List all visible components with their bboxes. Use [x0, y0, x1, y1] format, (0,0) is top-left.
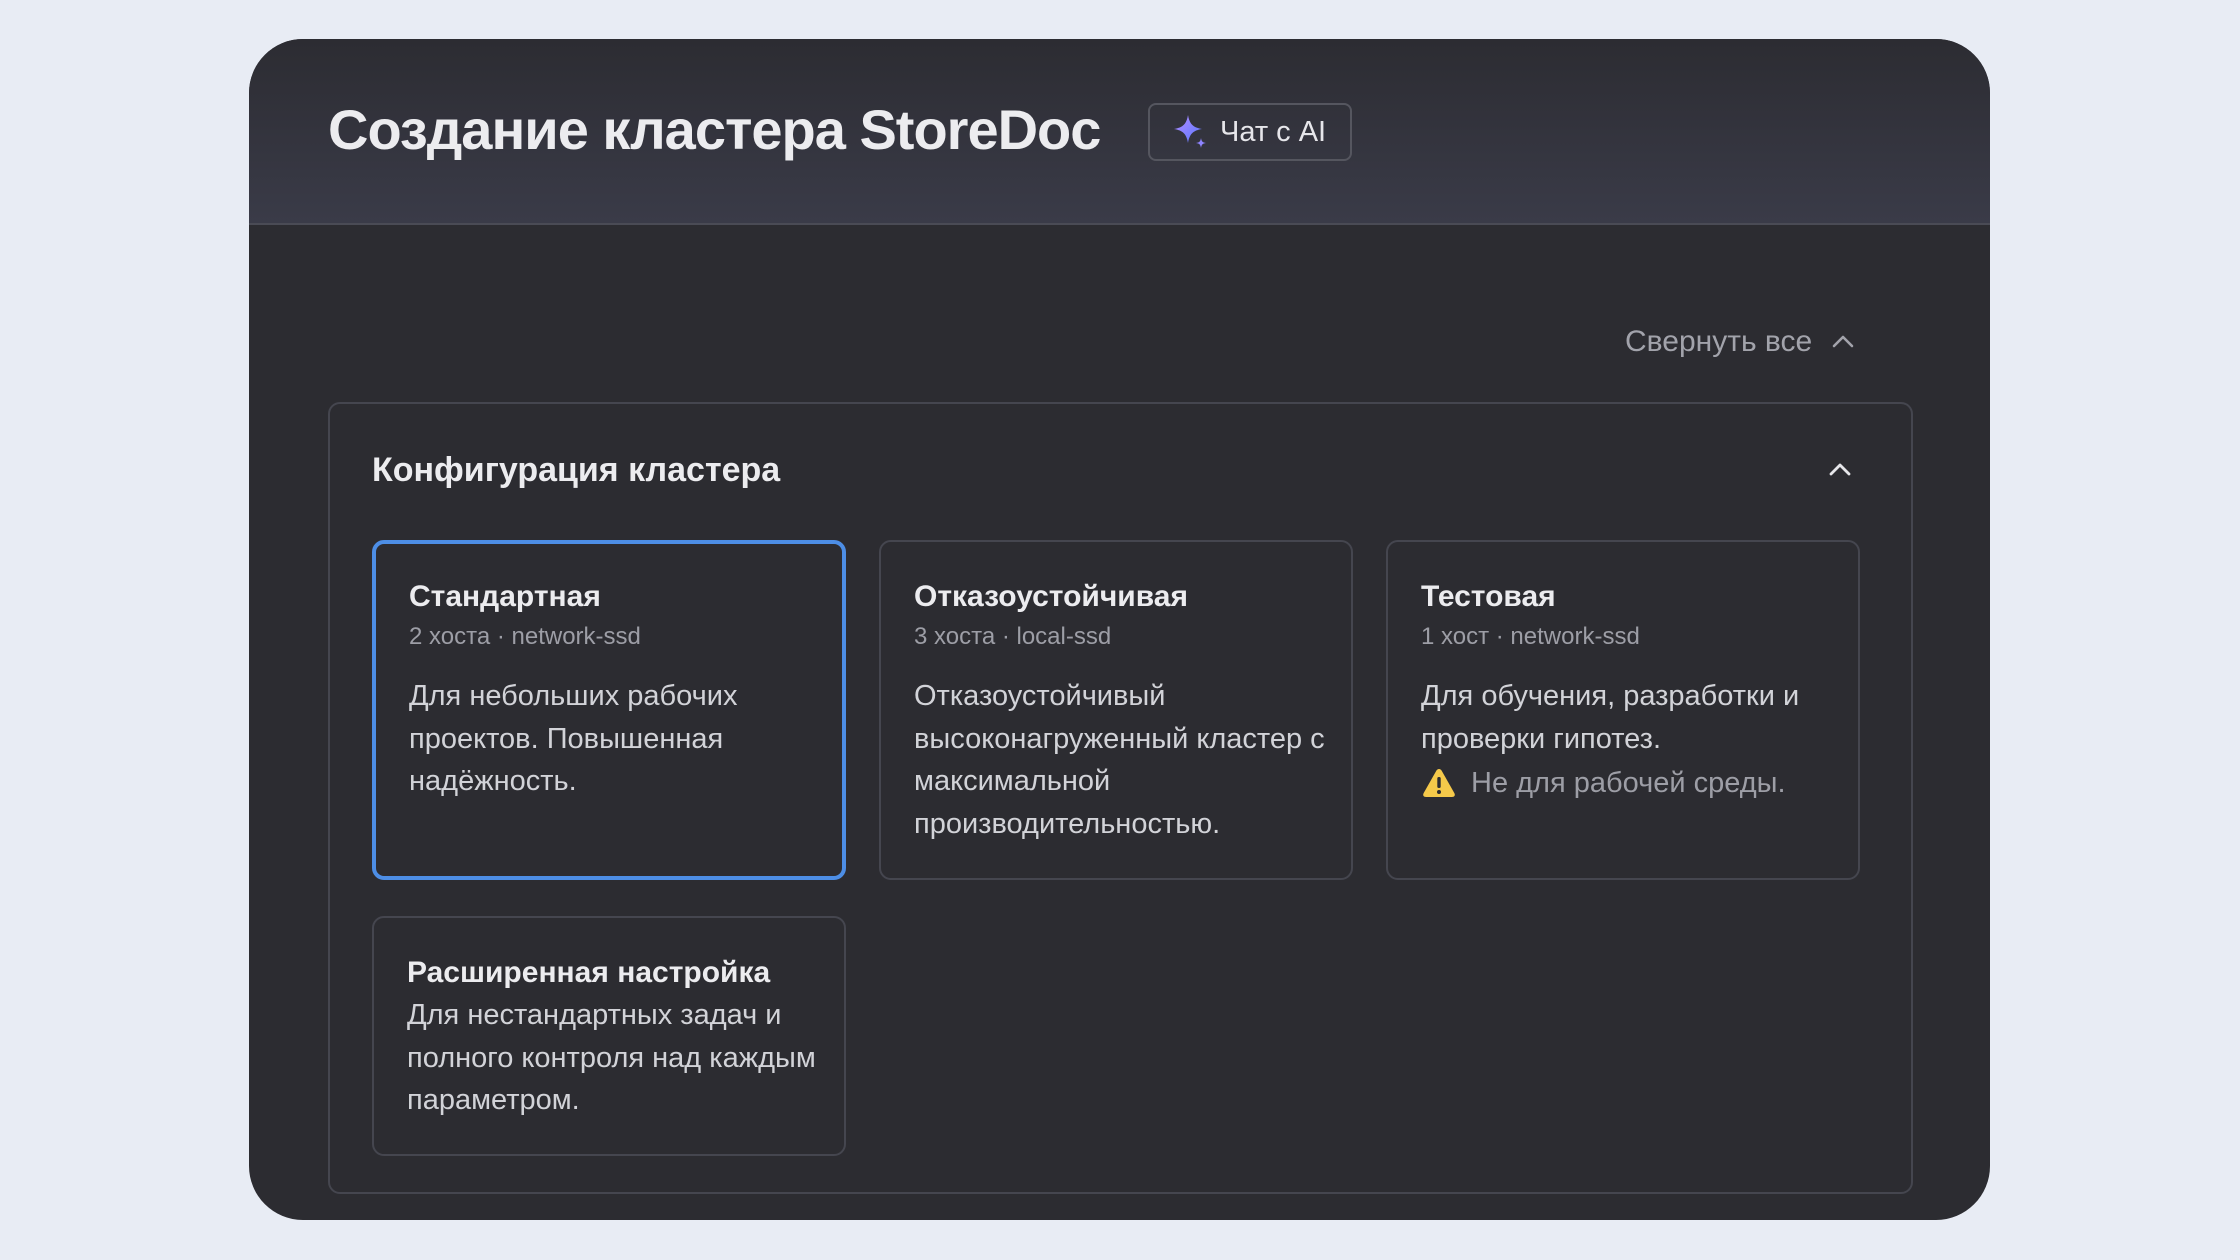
card-title: Тестовая — [1421, 580, 1556, 613]
config-card-advanced[interactable]: Расширенная настройка Для нестандартных … — [372, 916, 846, 1156]
create-cluster-window: Создание кластера StoreDoc Чат с AI Свер — [249, 39, 1990, 1220]
card-title: Расширенная настройка — [407, 956, 771, 989]
card-title: Стандартная — [409, 580, 601, 613]
collapse-all-label: Свернуть все — [1625, 325, 1813, 358]
config-card-test[interactable]: Тестовая 1 хост · network-ssd Для обучен… — [1386, 540, 1860, 880]
section-collapse-toggle[interactable] — [1820, 452, 1860, 492]
card-description: Для небольших рабочих проектов. Повышенн… — [409, 680, 738, 797]
page-header: Создание кластера StoreDoc Чат с AI — [249, 39, 1990, 225]
ai-chat-label: Чат с AI — [1220, 115, 1327, 148]
card-description: Для нестандартных задач и полного контро… — [407, 999, 816, 1116]
chevron-up-icon — [1828, 327, 1858, 357]
warning-icon — [1421, 765, 1457, 801]
cluster-configuration-section: Конфигурация кластера Стандартная 2 хост… — [328, 402, 1913, 1194]
card-subtitle: 3 хоста · local-ssd — [914, 623, 1112, 650]
collapse-all-button[interactable]: Свернуть все — [1625, 317, 1858, 367]
card-subtitle: 2 хоста · network-ssd — [409, 623, 641, 650]
warning-note: Не для рабочей среды. — [1421, 762, 1786, 804]
section-title: Конфигурация кластера — [372, 451, 781, 489]
card-subtitle: 1 хост · network-ssd — [1421, 623, 1640, 650]
config-card-fault-tolerant[interactable]: Отказоустойчивая 3 хоста · local-ssd Отк… — [879, 540, 1353, 880]
card-title: Отказоустойчивая — [914, 580, 1188, 613]
card-description: Для обучения, разработки и проверки гипо… — [1421, 680, 1800, 755]
warning-text: Не для рабочей среды. — [1471, 767, 1786, 799]
chevron-up-icon — [1827, 457, 1853, 488]
config-card-standard[interactable]: Стандартная 2 хоста · network-ssd Для не… — [372, 540, 846, 880]
card-description: Отказоустойчивый высоконагруженный класт… — [914, 680, 1325, 840]
ai-chat-button[interactable]: Чат с AI — [1148, 103, 1352, 161]
page-title: Создание кластера StoreDoc — [328, 98, 1101, 161]
sparkle-icon — [1170, 112, 1210, 152]
